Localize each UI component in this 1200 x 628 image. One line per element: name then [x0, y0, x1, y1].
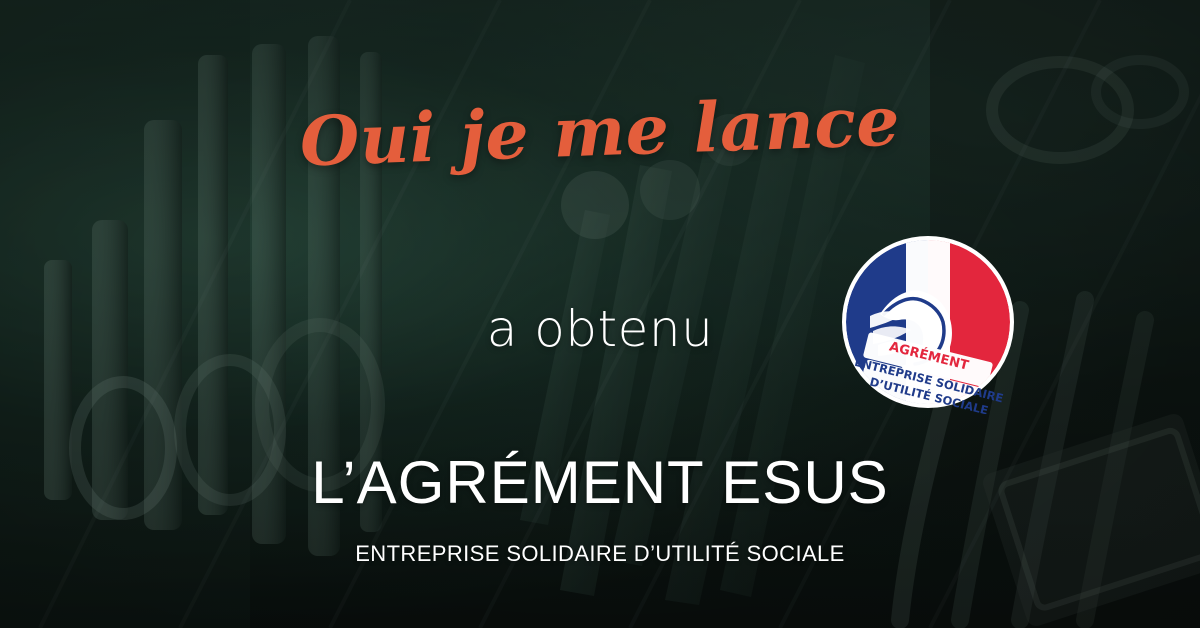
- main-title: L’AGRÉMENT ESUS: [311, 449, 889, 516]
- agrement-badge: AGRÉMENT ENTREPRISE SOLIDAIRE D’UTILITÉ …: [842, 236, 1014, 414]
- subheadline: a obtenu: [486, 300, 714, 358]
- hero-banner: Oui je me lance a obtenu L’AGRÉMENT ESUS…: [0, 0, 1200, 628]
- caption-text: ENTREPRISE SOLIDAIRE D’UTILITÉ SOCIALE: [355, 541, 845, 566]
